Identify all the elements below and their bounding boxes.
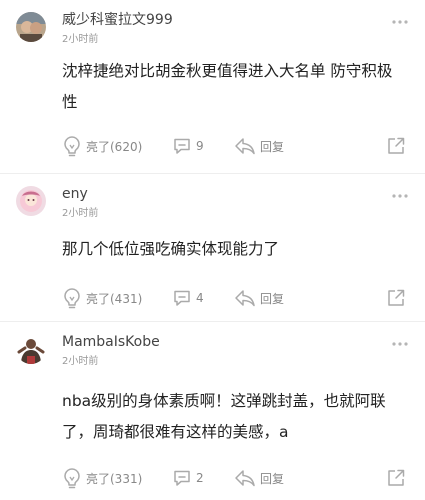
- share-icon: [386, 136, 406, 156]
- reply-label: 回复: [260, 471, 285, 486]
- like-button[interactable]: 亮了(620): [62, 130, 142, 162]
- like-count: 亮了(620): [86, 139, 143, 154]
- user-avatar-icon: [16, 334, 46, 364]
- user-avatar[interactable]: [16, 186, 46, 216]
- reply-count: 4: [196, 291, 204, 305]
- comment-text: 那几个低位强吃确实体现能力了: [62, 240, 280, 258]
- reply-count: 9: [196, 139, 204, 153]
- reply-arrow-icon: [234, 468, 256, 488]
- timestamp: 2小时前: [62, 356, 99, 367]
- like-count: 亮了(331): [86, 471, 143, 486]
- like-count: 亮了(431): [86, 291, 143, 306]
- comment-bubble-icon: [172, 136, 192, 156]
- timestamp: 2小时前: [62, 34, 99, 45]
- lightbulb-icon: [62, 135, 82, 157]
- user-avatar-icon: [16, 186, 46, 216]
- replies-button[interactable]: 4: [172, 282, 204, 314]
- more-options-icon[interactable]: [391, 191, 409, 201]
- timestamp: 2小时前: [62, 208, 99, 219]
- comment-item: 威少科蜜拉文999 2小时前 沈梓捷绝对比胡金秋更值得进入大名单 防守积极性 亮…: [0, 0, 425, 174]
- user-avatar-icon: [16, 12, 46, 42]
- like-button[interactable]: 亮了(331): [62, 462, 142, 494]
- reply-count: 2: [196, 471, 204, 485]
- more-options-icon[interactable]: [391, 339, 409, 349]
- like-button[interactable]: 亮了(431): [62, 282, 142, 314]
- username[interactable]: MambaIsKobe: [62, 332, 160, 352]
- comment-item: MambaIsKobe 2小时前 nba级别的身体素质啊！这弹跳封盖，也就阿联了…: [0, 322, 425, 500]
- comment-actions: 亮了(620) 9 回复: [0, 130, 425, 162]
- comment-text: nba级别的身体素质啊！这弹跳封盖，也就阿联了，周琦都很难有这样的美感，a: [62, 392, 386, 441]
- share-icon: [386, 288, 406, 308]
- reply-button[interactable]: 回复: [234, 282, 284, 314]
- reply-button[interactable]: 回复: [234, 130, 284, 162]
- username[interactable]: eny: [62, 184, 88, 204]
- replies-button[interactable]: 9: [172, 130, 204, 162]
- comment-bubble-icon: [172, 288, 192, 308]
- reply-arrow-icon: [234, 136, 256, 156]
- comment-bubble-icon: [172, 468, 192, 488]
- share-icon: [386, 468, 406, 488]
- reply-button[interactable]: 回复: [234, 462, 284, 494]
- share-button[interactable]: [386, 282, 406, 314]
- lightbulb-icon: [62, 287, 82, 309]
- user-avatar[interactable]: [16, 12, 46, 42]
- share-button[interactable]: [386, 130, 406, 162]
- reply-arrow-icon: [234, 288, 256, 308]
- reply-label: 回复: [260, 291, 285, 306]
- username[interactable]: 威少科蜜拉文999: [62, 10, 173, 30]
- replies-button[interactable]: 2: [172, 462, 204, 494]
- lightbulb-icon: [62, 467, 82, 489]
- user-avatar[interactable]: [16, 334, 46, 364]
- comment-feed: 威少科蜜拉文999 2小时前 沈梓捷绝对比胡金秋更值得进入大名单 防守积极性 亮…: [0, 0, 425, 500]
- comment-item: eny 2小时前 那几个低位强吃确实体现能力了 亮了(431) 4 回复: [0, 174, 425, 322]
- comment-text: 沈梓捷绝对比胡金秋更值得进入大名单 防守积极性: [62, 62, 393, 111]
- reply-label: 回复: [260, 139, 285, 154]
- more-options-icon[interactable]: [391, 17, 409, 27]
- share-button[interactable]: [386, 462, 406, 494]
- comment-actions: 亮了(431) 4 回复: [0, 282, 425, 314]
- comment-actions: 亮了(331) 2 回复: [0, 462, 425, 494]
